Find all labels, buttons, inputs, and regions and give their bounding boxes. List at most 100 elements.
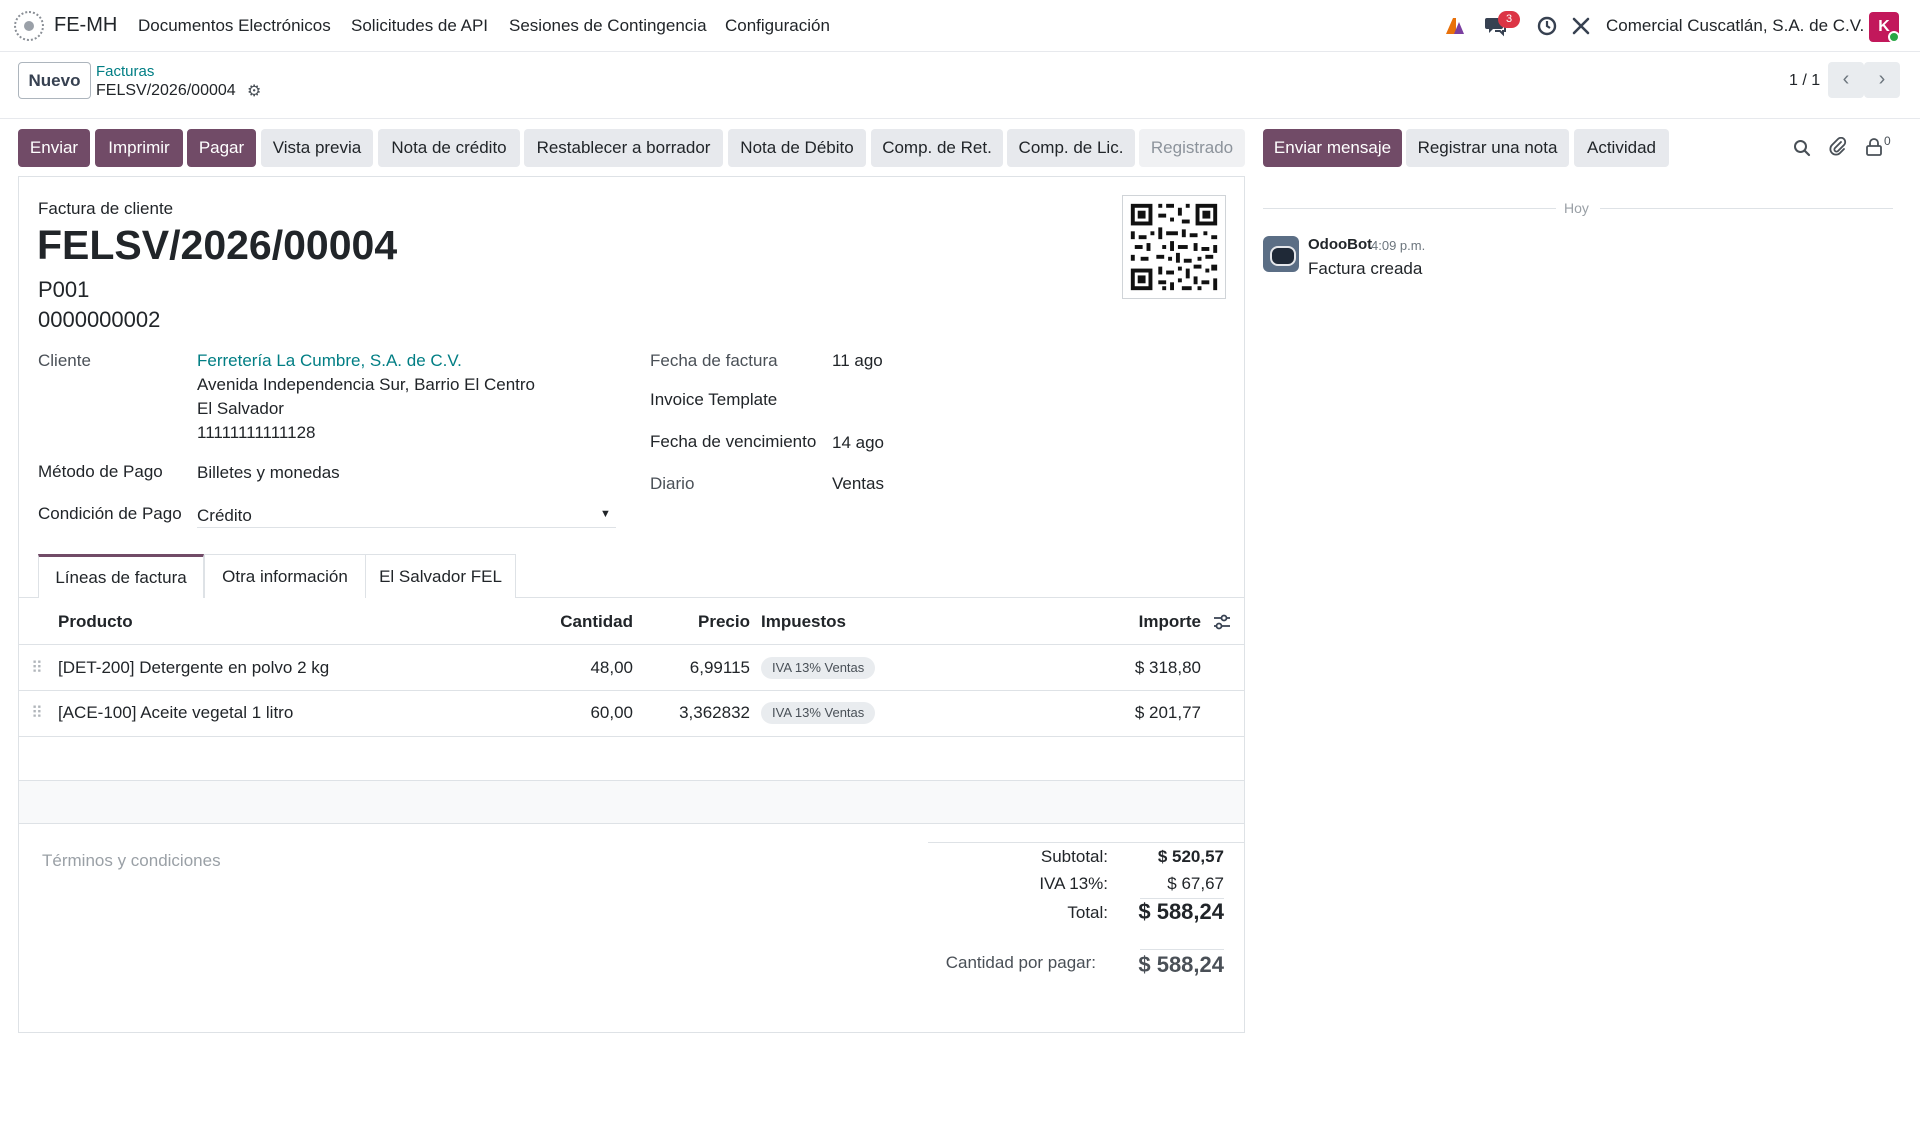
follow-lock-icon[interactable]	[1865, 137, 1883, 157]
menu-sesiones-contingencia[interactable]: Sesiones de Contingencia	[509, 16, 707, 36]
apps-menu-icon[interactable]	[14, 11, 44, 41]
followers-count: 0	[1884, 134, 1891, 148]
menu-configuracion[interactable]: Configuración	[725, 16, 830, 36]
menu-documentos-electronicos[interactable]: Documentos Electrónicos	[138, 16, 331, 36]
paperclip-icon[interactable]	[1829, 137, 1847, 157]
line-quantity[interactable]: 60,00	[520, 703, 633, 723]
app-name[interactable]: FE-MH	[54, 14, 117, 37]
company-switcher[interactable]: Comercial Cuscatlán, S.A. de C.V.	[1606, 16, 1864, 36]
menu-solicitudes-api[interactable]: Solicitudes de API	[351, 16, 488, 36]
customer-label: Cliente	[38, 351, 91, 370]
invoice-date-value[interactable]: 11 ago	[832, 351, 883, 371]
invoice-code-1: P001	[38, 277, 90, 302]
top-navbar: FE-MH Documentos Electrónicos Solicitude…	[0, 0, 1920, 52]
line-amount: $ 318,80	[1134, 658, 1201, 677]
amount-due-value: $ 588,24	[1138, 952, 1224, 977]
send-message-button[interactable]: Enviar mensaje	[1263, 129, 1402, 167]
invoice-template-label: Invoice Template	[650, 390, 778, 409]
date-separator: Hoy	[1564, 200, 1589, 216]
ai-assistant-icon[interactable]	[1444, 16, 1466, 36]
qr-code-icon	[1122, 195, 1226, 299]
online-status-icon	[1888, 31, 1900, 43]
reset-to-draft-button[interactable]: Restablecer a borrador	[524, 129, 723, 167]
status-registered: Registrado	[1139, 129, 1245, 167]
journal-label: Diario	[650, 474, 695, 493]
retention-voucher-button[interactable]: Comp. de Ret.	[871, 129, 1003, 167]
date-separator-line	[1600, 208, 1893, 209]
gear-icon[interactable]: ⚙	[247, 81, 261, 101]
terms-and-conditions-field[interactable]: Términos y condiciones	[42, 851, 221, 871]
table-row-border	[19, 690, 1244, 691]
table-row-border	[19, 736, 1244, 737]
new-button[interactable]: Nuevo	[18, 62, 91, 99]
line-amount: $ 201,77	[1134, 703, 1201, 722]
search-icon[interactable]	[1793, 139, 1811, 157]
invoice-type-label: Factura de cliente	[38, 199, 174, 218]
liquidation-voucher-button[interactable]: Comp. de Lic.	[1007, 129, 1135, 167]
table-footer-border	[19, 823, 1244, 824]
subtotal-value: $ 520,57	[1157, 847, 1224, 866]
print-button[interactable]: Imprimir	[95, 129, 183, 167]
chat-count-badge: 3	[1498, 11, 1520, 28]
breadcrumb-current: FELSV/2026/00004	[96, 82, 236, 99]
payment-condition-label: Condición de Pago	[38, 504, 182, 523]
iva-label: IVA 13%:	[1039, 874, 1108, 893]
divider	[0, 118, 1920, 119]
iva-value: $ 67,67	[1167, 874, 1224, 893]
line-product[interactable]: [ACE-100] Aceite vegetal 1 litro	[58, 703, 293, 723]
dropdown-caret-icon[interactable]: ▼	[600, 508, 611, 520]
drag-handle-icon[interactable]: ⠿	[31, 658, 43, 678]
column-header-amount[interactable]: Importe	[1100, 612, 1201, 632]
odoobot-avatar[interactable]	[1263, 236, 1299, 272]
customer-name-link[interactable]: Ferretería La Cumbre, S.A. de C.V.	[197, 351, 462, 371]
customer-address-line-2: El Salvador	[197, 399, 284, 418]
total-value: $ 588,24	[1138, 899, 1224, 924]
line-product[interactable]: [DET-200] Detergente en polvo 2 kg	[58, 658, 329, 678]
tax-badge[interactable]: IVA 13% Ventas	[761, 702, 876, 724]
payment-condition-select[interactable]: Crédito	[197, 506, 252, 526]
line-price[interactable]: 3,362832	[650, 703, 750, 723]
due-date-label: Fecha de vencimiento	[650, 432, 817, 451]
amount-due-label: Cantidad por pagar:	[945, 953, 1096, 972]
drag-handle-icon[interactable]: ⠿	[31, 703, 43, 723]
message-author[interactable]: OdooBot	[1308, 236, 1372, 253]
breadcrumb-parent[interactable]: Facturas	[96, 63, 154, 80]
pay-button[interactable]: Pagar	[187, 129, 256, 167]
line-price[interactable]: 6,99115	[650, 658, 750, 678]
tools-icon[interactable]	[1571, 16, 1591, 36]
activity-button[interactable]: Actividad	[1574, 129, 1669, 167]
column-header-quantity[interactable]: Cantidad	[520, 612, 633, 632]
line-quantity[interactable]: 48,00	[520, 658, 633, 678]
subtotal-label: Subtotal:	[1040, 847, 1108, 866]
table-header-border	[19, 644, 1244, 645]
date-separator-line	[1263, 208, 1556, 209]
credit-note-button[interactable]: Nota de crédito	[378, 129, 520, 167]
column-header-price[interactable]: Precio	[650, 612, 750, 632]
log-note-button[interactable]: Registrar una nota	[1406, 129, 1569, 167]
due-date-value[interactable]: 14 ago	[832, 433, 884, 453]
invoice-number: FELSV/2026/00004	[37, 222, 398, 268]
tax-badge[interactable]: IVA 13% Ventas	[761, 657, 876, 679]
empty-row	[19, 781, 1244, 823]
tab-other-info[interactable]: Otra información	[204, 554, 366, 598]
column-header-taxes[interactable]: Impuestos	[761, 612, 846, 632]
pager-next-icon[interactable]: ›	[1864, 62, 1900, 98]
tab-invoice-lines[interactable]: Líneas de factura	[38, 554, 204, 598]
tab-el-salvador-fel[interactable]: El Salvador FEL	[365, 554, 516, 598]
journal-value[interactable]: Ventas	[832, 474, 884, 494]
column-header-product[interactable]: Producto	[58, 612, 133, 632]
message-body: Factura creada	[1308, 259, 1423, 278]
totals-divider	[928, 842, 1244, 843]
invoice-date-label: Fecha de factura	[650, 351, 778, 370]
total-label: Total:	[1067, 903, 1108, 922]
debit-note-button[interactable]: Nota de Débito	[728, 129, 866, 167]
customer-address-line-1: Avenida Independencia Sur, Barrio El Cen…	[197, 375, 536, 394]
send-button[interactable]: Enviar	[18, 129, 90, 167]
activity-clock-icon[interactable]	[1537, 16, 1557, 36]
pager-previous-icon[interactable]: ‹	[1828, 62, 1864, 98]
pager-value[interactable]: 1 / 1	[1789, 72, 1820, 90]
payment-method-value[interactable]: Billetes y monedas	[197, 463, 340, 483]
totals-divider	[1140, 949, 1224, 950]
column-settings-icon[interactable]	[1213, 613, 1231, 631]
preview-button[interactable]: Vista previa	[261, 129, 373, 167]
